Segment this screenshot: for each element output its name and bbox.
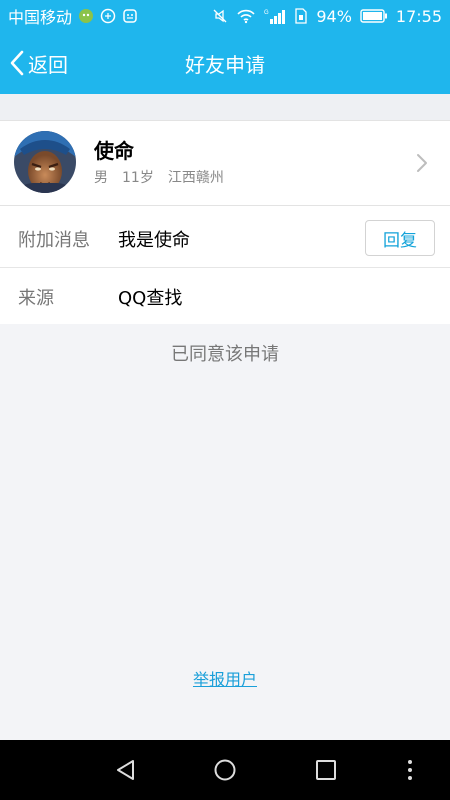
user-age: 11岁 xyxy=(122,170,154,186)
status-bar: 中国移动 G 94% 17:55 xyxy=(0,0,450,32)
wifi-icon xyxy=(236,8,256,24)
mute-icon xyxy=(212,8,228,24)
home-circle-icon[interactable] xyxy=(213,758,237,786)
back-label: 返回 xyxy=(28,52,68,77)
app-notification-icon xyxy=(100,8,116,24)
request-status-text: 已同意该申请 xyxy=(171,344,279,365)
carrier-text: 中国移动 xyxy=(8,8,73,27)
reply-button[interactable]: 回复 xyxy=(365,220,435,256)
user-location: 江西赣州 xyxy=(167,170,224,186)
system-nav-bar xyxy=(0,740,450,800)
back-button[interactable]: 返回 xyxy=(10,32,68,94)
back-triangle-icon[interactable] xyxy=(114,758,138,786)
network-type: G xyxy=(264,10,269,16)
user-name: 使命 xyxy=(94,139,134,163)
source-label: 来源 xyxy=(18,288,54,309)
more-vertical-icon[interactable] xyxy=(404,758,416,786)
chevron-left-icon xyxy=(10,50,28,76)
battery-icon xyxy=(360,9,388,23)
user-gender: 男 xyxy=(94,170,108,186)
report-user-link[interactable]: 举报用户 xyxy=(0,666,450,690)
message-value: 我是使命 xyxy=(118,230,190,251)
android-notification-icon xyxy=(122,8,138,24)
wechat-notification-icon xyxy=(78,8,94,24)
message-label: 附加消息 xyxy=(18,230,90,251)
battery-percent: 94% xyxy=(316,6,352,26)
profile-card[interactable]: 使命 男 11岁 江西赣州 xyxy=(0,120,450,206)
title-bar: 返回 好友申请 xyxy=(0,32,450,94)
avatar[interactable] xyxy=(14,131,76,193)
user-meta: 男 11岁 江西赣州 xyxy=(94,167,224,187)
source-row: 来源 QQ查找 xyxy=(0,268,450,324)
section-gap xyxy=(0,94,450,120)
recents-square-icon[interactable] xyxy=(314,758,338,786)
chevron-right-icon xyxy=(416,153,428,177)
source-value: QQ查找 xyxy=(118,288,183,309)
clock: 17:55 xyxy=(395,6,442,26)
signal-icon: G xyxy=(264,8,286,24)
sim-icon xyxy=(294,8,308,24)
message-row: 附加消息 我是使命 回复 xyxy=(0,206,450,268)
